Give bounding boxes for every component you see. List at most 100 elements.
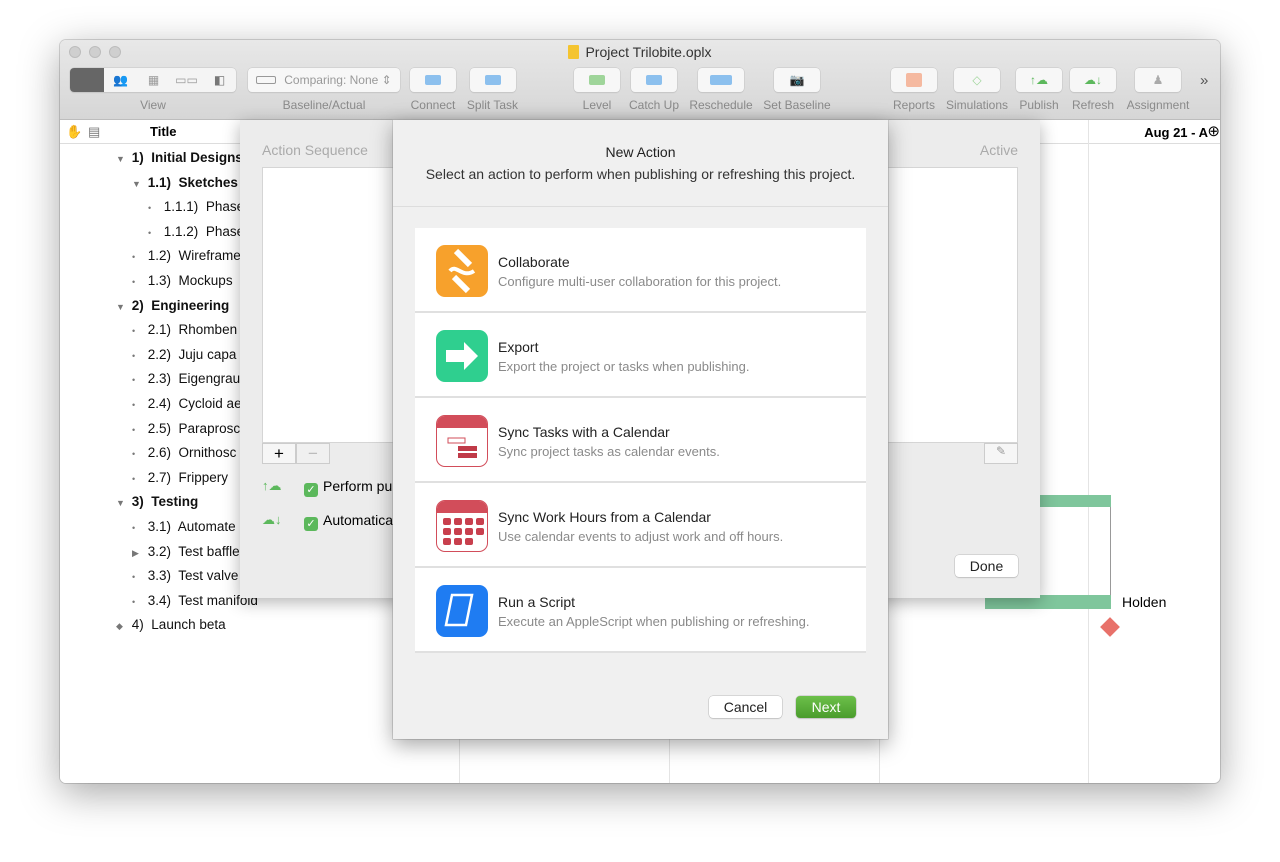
refresh-cloud-icon: ☁↓	[262, 512, 282, 527]
refresh-cloud-icon: ☁↓	[1084, 73, 1102, 87]
view-gantt-button[interactable]	[70, 68, 104, 92]
title-column-header[interactable]: Title	[150, 124, 177, 139]
outline-row[interactable]: • 3.4) Test manifold	[132, 593, 258, 608]
perform-checkbox[interactable]: ✓ Perform pu	[304, 478, 392, 497]
zoom-in-icon[interactable]: ⊕	[1207, 122, 1220, 140]
outline-row[interactable]: • 2.4) Cycloid ae	[132, 396, 242, 411]
outline-row[interactable]: • 1.2) Wireframe	[132, 248, 241, 263]
bullet-icon: •	[132, 375, 136, 386]
cancel-button[interactable]: Cancel	[709, 696, 782, 718]
auto-checkbox[interactable]: ✓ Automatica	[304, 512, 393, 531]
outline-row[interactable]: • 2.5) Paraprosc	[132, 421, 240, 436]
outline-row[interactable]: • 2.6) Ornithosc	[132, 445, 236, 460]
bullet-icon: •	[148, 203, 152, 214]
bullet-icon: •	[132, 400, 136, 410]
outline-row[interactable]: • 2.7) Frippery	[132, 470, 228, 485]
bullet-icon: •	[132, 277, 136, 287]
add-action-button[interactable]: +	[262, 443, 296, 464]
bullet-icon: •	[132, 572, 136, 583]
action-option-sync-tasks-with-a-calendar[interactable]: Sync Tasks with a Calendar Sync project t…	[415, 398, 866, 483]
comparing-select[interactable]: Comparing: None ⇕	[248, 68, 400, 92]
bullet-icon: •	[132, 449, 136, 460]
split-task-button[interactable]	[469, 68, 516, 92]
outline-row[interactable]: • 2.1) Rhomben	[132, 322, 237, 337]
outline-row[interactable]: ▼ 3) Testing	[116, 494, 198, 509]
publish-cloud-icon: ↑☁	[262, 478, 282, 493]
remove-action-button[interactable]: −	[296, 443, 330, 464]
baseline-icon	[256, 76, 277, 84]
view-resources-button[interactable]: 👥	[104, 73, 137, 87]
action-option-collaborate[interactable]: Collaborate Configure multi-user collabor…	[415, 228, 866, 313]
next-button[interactable]: Next	[796, 696, 856, 718]
milestone-icon: ◆	[116, 621, 123, 632]
done-button[interactable]: Done	[955, 555, 1018, 577]
simulations-icon: ◇	[972, 73, 982, 87]
catch-up-button[interactable]	[631, 68, 677, 92]
collaborate-icon	[436, 245, 488, 297]
outline-row[interactable]: • 1.3) Mockups	[132, 273, 233, 288]
action-option-run-a-script[interactable]: Run a Script Execute an AppleScript when …	[415, 568, 866, 653]
note-icon: ▤	[88, 124, 101, 139]
export-arrow-icon	[436, 330, 488, 382]
disclosure-expanded-icon[interactable]: ▼	[116, 498, 128, 508]
calendar-grid-icon	[436, 500, 488, 552]
disclosure-expanded-icon[interactable]: ▼	[116, 302, 128, 312]
reschedule-icon	[710, 75, 732, 85]
gridline	[1088, 120, 1089, 783]
reschedule-button[interactable]	[698, 68, 744, 92]
publish-button[interactable]: ↑☁	[1016, 68, 1062, 92]
level-icon	[589, 75, 605, 85]
bullet-icon: •	[132, 424, 136, 435]
outline-row[interactable]: • 2.2) Juju capa	[132, 347, 236, 362]
refresh-button[interactable]: ☁↓	[1070, 68, 1116, 92]
publish-cloud-icon: ↑☁	[1030, 73, 1048, 87]
outline-row[interactable]: • 2.3) Eigengrau	[132, 371, 240, 386]
outline-row[interactable]: ◆ 4) Launch beta	[116, 617, 226, 632]
edit-pencil-icon[interactable]: ✎	[984, 443, 1018, 464]
camera-icon: 📷	[789, 73, 805, 87]
bullet-icon: •	[132, 596, 136, 607]
outline-row[interactable]: • 3.3) Test valve	[132, 568, 238, 583]
reports-button[interactable]	[891, 68, 937, 92]
action-option-sync-work-hours-from-a-calendar[interactable]: Sync Work Hours from a Calendar Use calen…	[415, 483, 866, 568]
assignment-button[interactable]: ♟	[1135, 68, 1181, 92]
calendar-tasks-icon	[436, 415, 488, 467]
baseline-group: Comparing: None ⇕ Baseline/Actual	[248, 68, 400, 112]
outline-row[interactable]: ▼ 1) Initial Designs	[116, 150, 243, 165]
bullet-icon: •	[148, 227, 152, 238]
catch-up-icon	[646, 75, 662, 85]
toolbar-overflow-button[interactable]: »	[1200, 72, 1208, 89]
action-option-export[interactable]: Export Export the project or tasks when p…	[415, 313, 866, 398]
toolbar: Project Trilobite.oplx 👥 ▦ ▭▭ ◧ View Com…	[60, 40, 1220, 120]
bullet-icon: •	[132, 473, 136, 484]
window-title: Project Trilobite.oplx	[60, 44, 1220, 60]
view-styles-button[interactable]: ◧	[203, 73, 236, 87]
outline-row[interactable]: • 3.1) Automate	[132, 519, 236, 534]
outline-row[interactable]: • 1.1.1) Phase	[148, 199, 244, 214]
connect-button[interactable]	[410, 68, 456, 92]
view-calendar-button[interactable]: ▦	[137, 73, 170, 87]
disclosure-expanded-icon[interactable]: ▼	[132, 179, 144, 189]
document-icon	[568, 45, 580, 59]
outline-row[interactable]: ▶ 3.2) Test baffle	[132, 544, 240, 559]
hand-icon: ✋	[66, 124, 83, 139]
milestone-diamond[interactable]	[1100, 617, 1120, 637]
bullet-icon: •	[132, 523, 136, 533]
outline-row[interactable]: ▼ 2) Engineering	[116, 298, 229, 313]
split-icon	[484, 75, 501, 85]
view-network-button[interactable]: ▭▭	[170, 73, 203, 87]
disclosure-collapsed-icon[interactable]: ▶	[132, 548, 144, 559]
dialog-title: New Action	[605, 144, 676, 160]
new-action-dialog: New Action Select an action to perform w…	[393, 120, 888, 739]
outline-row[interactable]: • 1.1.2) Phase	[148, 224, 244, 239]
set-baseline-button[interactable]: 📷	[774, 68, 820, 92]
reports-icon	[906, 73, 922, 87]
level-button[interactable]	[574, 68, 620, 92]
dialog-subtitle: Select an action to perform when publish…	[425, 166, 856, 182]
view-group: 👥 ▦ ▭▭ ◧ View	[68, 68, 238, 112]
script-scroll-icon	[436, 585, 488, 637]
simulations-button[interactable]: ◇	[954, 68, 1000, 92]
bullet-icon: •	[132, 252, 136, 263]
outline-row[interactable]: ▼ 1.1) Sketches	[132, 175, 238, 190]
disclosure-expanded-icon[interactable]: ▼	[116, 154, 128, 164]
